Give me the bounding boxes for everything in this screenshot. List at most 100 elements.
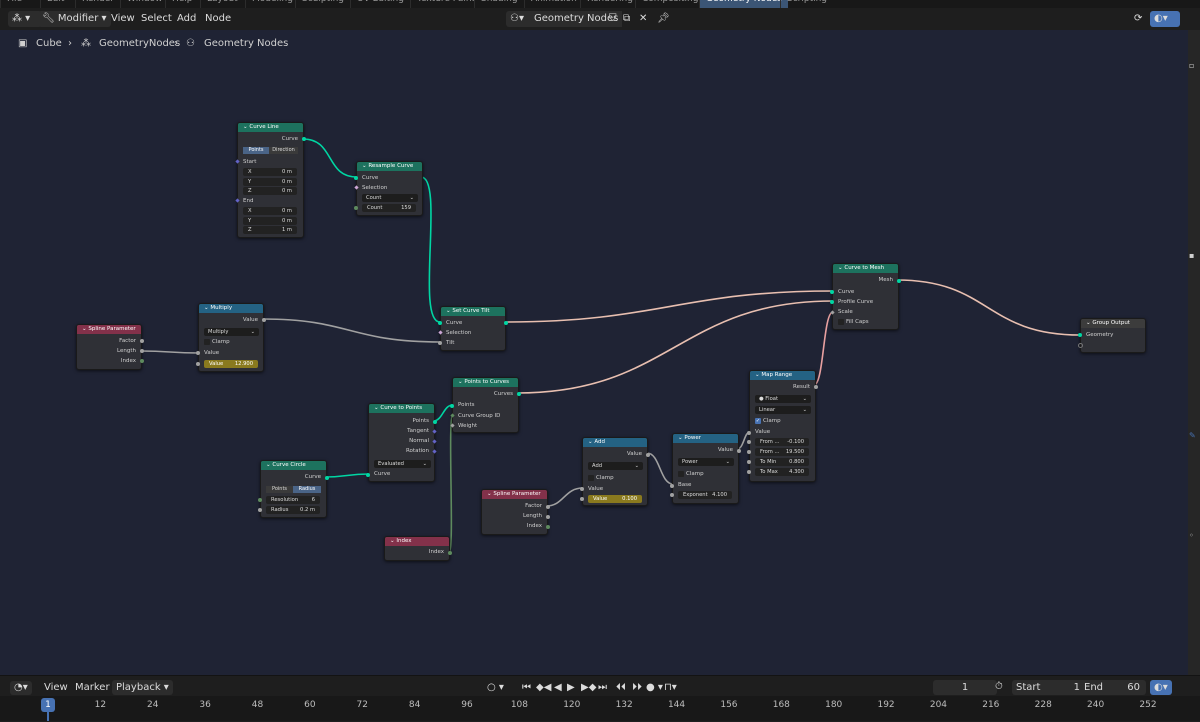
node-curve-to-mesh[interactable]: ⌄ Curve to Mesh Mesh Curve Profile Curve… [830, 263, 901, 330]
end-y-field[interactable]: Y0 m [243, 217, 297, 225]
node-header[interactable]: ⌄ Resample Curve [357, 162, 422, 171]
mode-points-button[interactable]: Points [266, 486, 293, 493]
start-frame-field[interactable]: Start 1 [1012, 680, 1086, 695]
input-group-id-socket[interactable] [450, 413, 455, 418]
tab-compositing[interactable]: Compositing [635, 0, 704, 8]
input-from-max-socket[interactable] [747, 450, 751, 454]
timeline-overlay-button[interactable]: ◐▾ [1150, 680, 1172, 695]
input-geometry-socket[interactable] [1078, 333, 1082, 337]
group-tab-icon[interactable]: ◦ [1189, 530, 1194, 542]
node-header[interactable]: ⌄ Set Curve Tilt [441, 307, 505, 316]
input-selection-socket[interactable] [354, 185, 359, 190]
tab-shading[interactable]: Shading [474, 0, 524, 8]
input-points-socket[interactable] [450, 404, 454, 408]
input-value2-socket[interactable] [196, 362, 200, 366]
input-value-socket[interactable] [580, 487, 584, 491]
node-index[interactable]: ⌄ Index Index [384, 536, 452, 561]
node-add[interactable]: ⌄ Add Value Add ⌄ Clamp Value Value 0.100 [580, 437, 650, 506]
tab-rendering[interactable]: Rendering [580, 0, 639, 8]
input-profile-socket[interactable] [830, 300, 834, 304]
input-to-min-socket[interactable] [747, 460, 751, 464]
clamp-checkbox[interactable] [588, 475, 594, 481]
start-z-field[interactable]: Z0 m [243, 187, 297, 195]
value-field[interactable]: Value 0.100 [588, 495, 642, 503]
sidebar-toggle-icon[interactable]: ▫ [1189, 60, 1194, 72]
output-length-socket[interactable] [546, 515, 550, 519]
output-index-socket[interactable] [546, 525, 550, 529]
node-curve-to-points[interactable]: ⌄ Curve to Points Points Tangent Normal … [366, 403, 437, 482]
fill-caps-checkbox[interactable] [838, 319, 844, 325]
input-value-socket[interactable] [196, 351, 200, 355]
output-curves-socket[interactable] [517, 392, 521, 396]
node-set-curve-tilt[interactable]: ⌄ Set Curve Tilt Curve Selection Tilt [438, 306, 508, 351]
node-resample-curve[interactable]: ⌄ Resample Curve Curve Selection Count ⌄ … [354, 161, 423, 216]
output-index-socket[interactable] [448, 551, 452, 555]
menu-edit[interactable]: Edit [40, 0, 70, 8]
tab-geometry-nodes[interactable]: Geometry Nodes [699, 0, 788, 8]
operation-dropdown[interactable]: Power ⌄ [678, 458, 734, 466]
output-value-socket[interactable] [646, 453, 650, 457]
snap-icon[interactable]: ⟳ [1134, 11, 1142, 27]
record-icon[interactable]: ● ▾ [646, 682, 663, 693]
node-editor-canvas[interactable] [0, 30, 1188, 675]
play-icon[interactable]: ▶ [567, 682, 575, 693]
menu-render[interactable]: Render [75, 0, 120, 8]
count-field[interactable]: Count 159 [362, 204, 416, 212]
fake-user-shield-icon[interactable]: ⛉ [609, 11, 617, 27]
output-length-socket[interactable] [140, 349, 144, 353]
editor-type-button[interactable]: ⁂ ▾ [8, 11, 42, 27]
radius-field[interactable]: Radius 0.2 m [266, 506, 320, 514]
node-map-range[interactable]: ⌄ Map Range Result ● Float ⌄ Linear ⌄ ✓ Cl… [747, 370, 818, 482]
next-frame-icon[interactable]: ⏵⏵ [632, 682, 642, 693]
prev-keyframe-icon[interactable]: ◆◀ [536, 682, 551, 693]
prev-frame-icon[interactable]: ⏴⏴ [616, 682, 626, 693]
current-frame-field[interactable]: 1 [933, 680, 997, 695]
to-min-field[interactable]: To Min 0.800 [755, 458, 809, 466]
start-x-field[interactable]: X0 m [243, 168, 297, 176]
output-curve-socket[interactable] [302, 137, 306, 141]
menu-select[interactable]: Select [141, 11, 172, 27]
duplicate-icon[interactable]: ⧉ [623, 11, 630, 27]
input-count-socket[interactable] [354, 206, 358, 210]
output-value-socket[interactable] [262, 318, 266, 322]
input-resolution-socket[interactable] [258, 498, 262, 502]
input-empty-socket[interactable] [1078, 343, 1083, 348]
interpolation-dropdown[interactable]: Linear ⌄ [755, 406, 811, 414]
play-reverse-icon[interactable]: ◀ [554, 682, 562, 693]
input-start-socket[interactable] [235, 159, 240, 164]
data-type-dropdown[interactable]: ● Float ⌄ [755, 395, 811, 403]
menu-marker[interactable]: Marker [75, 682, 110, 693]
node-header[interactable]: ⌄ Curve to Points [369, 404, 434, 413]
node-header[interactable]: ⌄ Spline Parameter [482, 490, 547, 499]
output-value-socket[interactable] [737, 449, 741, 453]
frame-ruler[interactable] [0, 696, 1200, 721]
output-curve-socket[interactable] [325, 476, 329, 480]
menu-node[interactable]: Node [205, 11, 231, 27]
tab-animation[interactable]: Animation [524, 0, 583, 8]
end-z-field[interactable]: Z1 m [243, 226, 297, 234]
input-curve-socket[interactable] [438, 321, 442, 325]
input-exponent-socket[interactable] [670, 493, 674, 497]
output-points-socket[interactable] [433, 420, 437, 424]
start-y-field[interactable]: Y0 m [243, 178, 297, 186]
next-keyframe-icon[interactable]: ▶◆ [581, 682, 596, 693]
node-group-output[interactable]: ⌄ Group Output Geometry [1078, 318, 1146, 353]
input-to-max-socket[interactable] [747, 470, 751, 474]
node-power[interactable]: ⌄ Power Value Power ⌄ Clamp Base Exponent… [670, 433, 741, 504]
node-header[interactable]: ⌄ Multiply [199, 304, 263, 313]
node-header[interactable]: ⌄ Index [385, 537, 449, 546]
operation-dropdown[interactable]: Add ⌄ [588, 462, 643, 470]
node-header[interactable]: ⌄ Map Range [750, 371, 815, 380]
tab-sculpting[interactable]: Sculpting [295, 0, 350, 8]
from-max-field[interactable]: From ... 19.500 [755, 448, 809, 456]
output-mesh-socket[interactable] [897, 279, 901, 283]
clamp-checkbox[interactable]: ✓ [755, 418, 761, 424]
to-max-field[interactable]: To Max 4.300 [755, 468, 809, 476]
node-tab-icon[interactable]: ▪ [1189, 250, 1194, 262]
node-curve-line[interactable]: ⌄ Curve Line Curve Points Direction Star… [235, 122, 306, 238]
input-weight-socket[interactable] [450, 423, 455, 428]
input-radius-socket[interactable] [258, 508, 262, 512]
input-curve-socket[interactable] [366, 473, 370, 477]
node-header[interactable]: ⌄ Curve to Mesh [833, 264, 898, 273]
input-selection-socket[interactable] [438, 330, 443, 335]
